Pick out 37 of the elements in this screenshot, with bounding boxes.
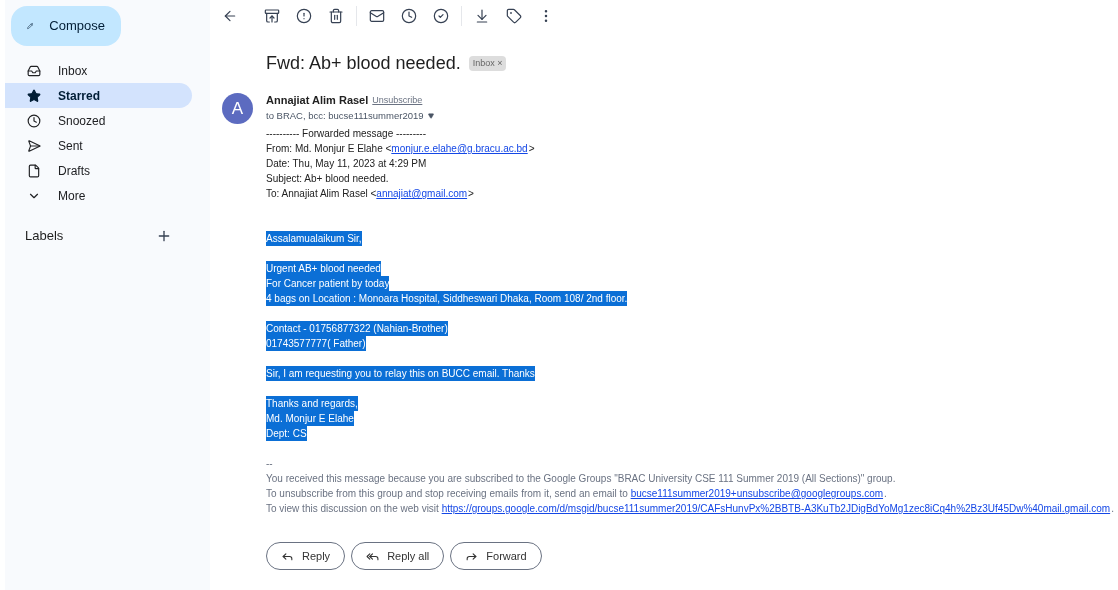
recipients-text: to BRAC, bcc: bucse111summer2019 [266, 109, 424, 123]
sender-name: Annajiat Alim Rasel [266, 93, 369, 108]
sidebar-item[interactable]: Inbox [5, 58, 192, 83]
sidebar-item[interactable]: Sent [5, 133, 192, 158]
inbox-icon [27, 63, 41, 78]
sidebar-item[interactable]: Snoozed [5, 108, 192, 133]
send-icon [27, 138, 41, 153]
text-line: > [468, 187, 474, 201]
text-line: Date: Thu, May 11, 2023 at 4:29 PM [266, 157, 427, 171]
label-chip[interactable]: Inbox × [468, 55, 507, 72]
email-link[interactable]: https://groups.google.com/d/msgid/bucse111summer2019/CAFsHunvPx%2BBTB-A3KuTb2JDigBdYoMg1zec8iCq4h%2Bz3Uf45Dw%40mail.gmail.com [441, 501, 1111, 516]
email-link[interactable]: bucse111summer2019+unsubscribe@googlegroups.com [630, 486, 884, 501]
compose-button[interactable]: Compose [11, 6, 121, 46]
clock-icon [27, 113, 41, 128]
dropdown-icon[interactable] [427, 112, 434, 119]
labels-heading: Labels [25, 227, 64, 245]
text-line: You received this message because you are subscribed to the Google Groups "BRAC University CSE 111 Summer 2019 (All Sections)" group. [266, 472, 896, 486]
sidebar-item[interactable]: Drafts [5, 158, 192, 183]
text-line: To view this discussion on the web visit [266, 502, 440, 516]
email-subject: Fwd: Ab+ blood needed. [266, 52, 461, 75]
text-line: . [1111, 502, 1114, 516]
text-line: Subject: Ab+ blood needed. [266, 172, 389, 186]
unsubscribe-link[interactable]: Unsubscribe [372, 93, 423, 108]
email-link[interactable]: annajiat@gmail.com [376, 186, 468, 201]
text-line: ---------- Forwarded message --------- [266, 127, 426, 141]
text-line: > [528, 142, 535, 156]
sidebar-item[interactable]: Starred [5, 83, 192, 108]
sidebar-item[interactable]: More [5, 183, 192, 208]
avatar: A [222, 93, 253, 124]
file-icon [27, 163, 41, 178]
text-line: To: Annajiat Alim Rasel < [266, 187, 377, 201]
star-icon [27, 88, 41, 103]
text-line: From: Md. Monjur E Elahe < [266, 142, 392, 156]
text-line: -- [266, 457, 273, 471]
email-link[interactable]: monjur.e.elahe@g.bracu.ac.bd [391, 141, 528, 156]
text-line: . [884, 487, 887, 501]
text-line: To unsubscribe from this group and stop receiving emails from it, send an email to [266, 487, 629, 501]
